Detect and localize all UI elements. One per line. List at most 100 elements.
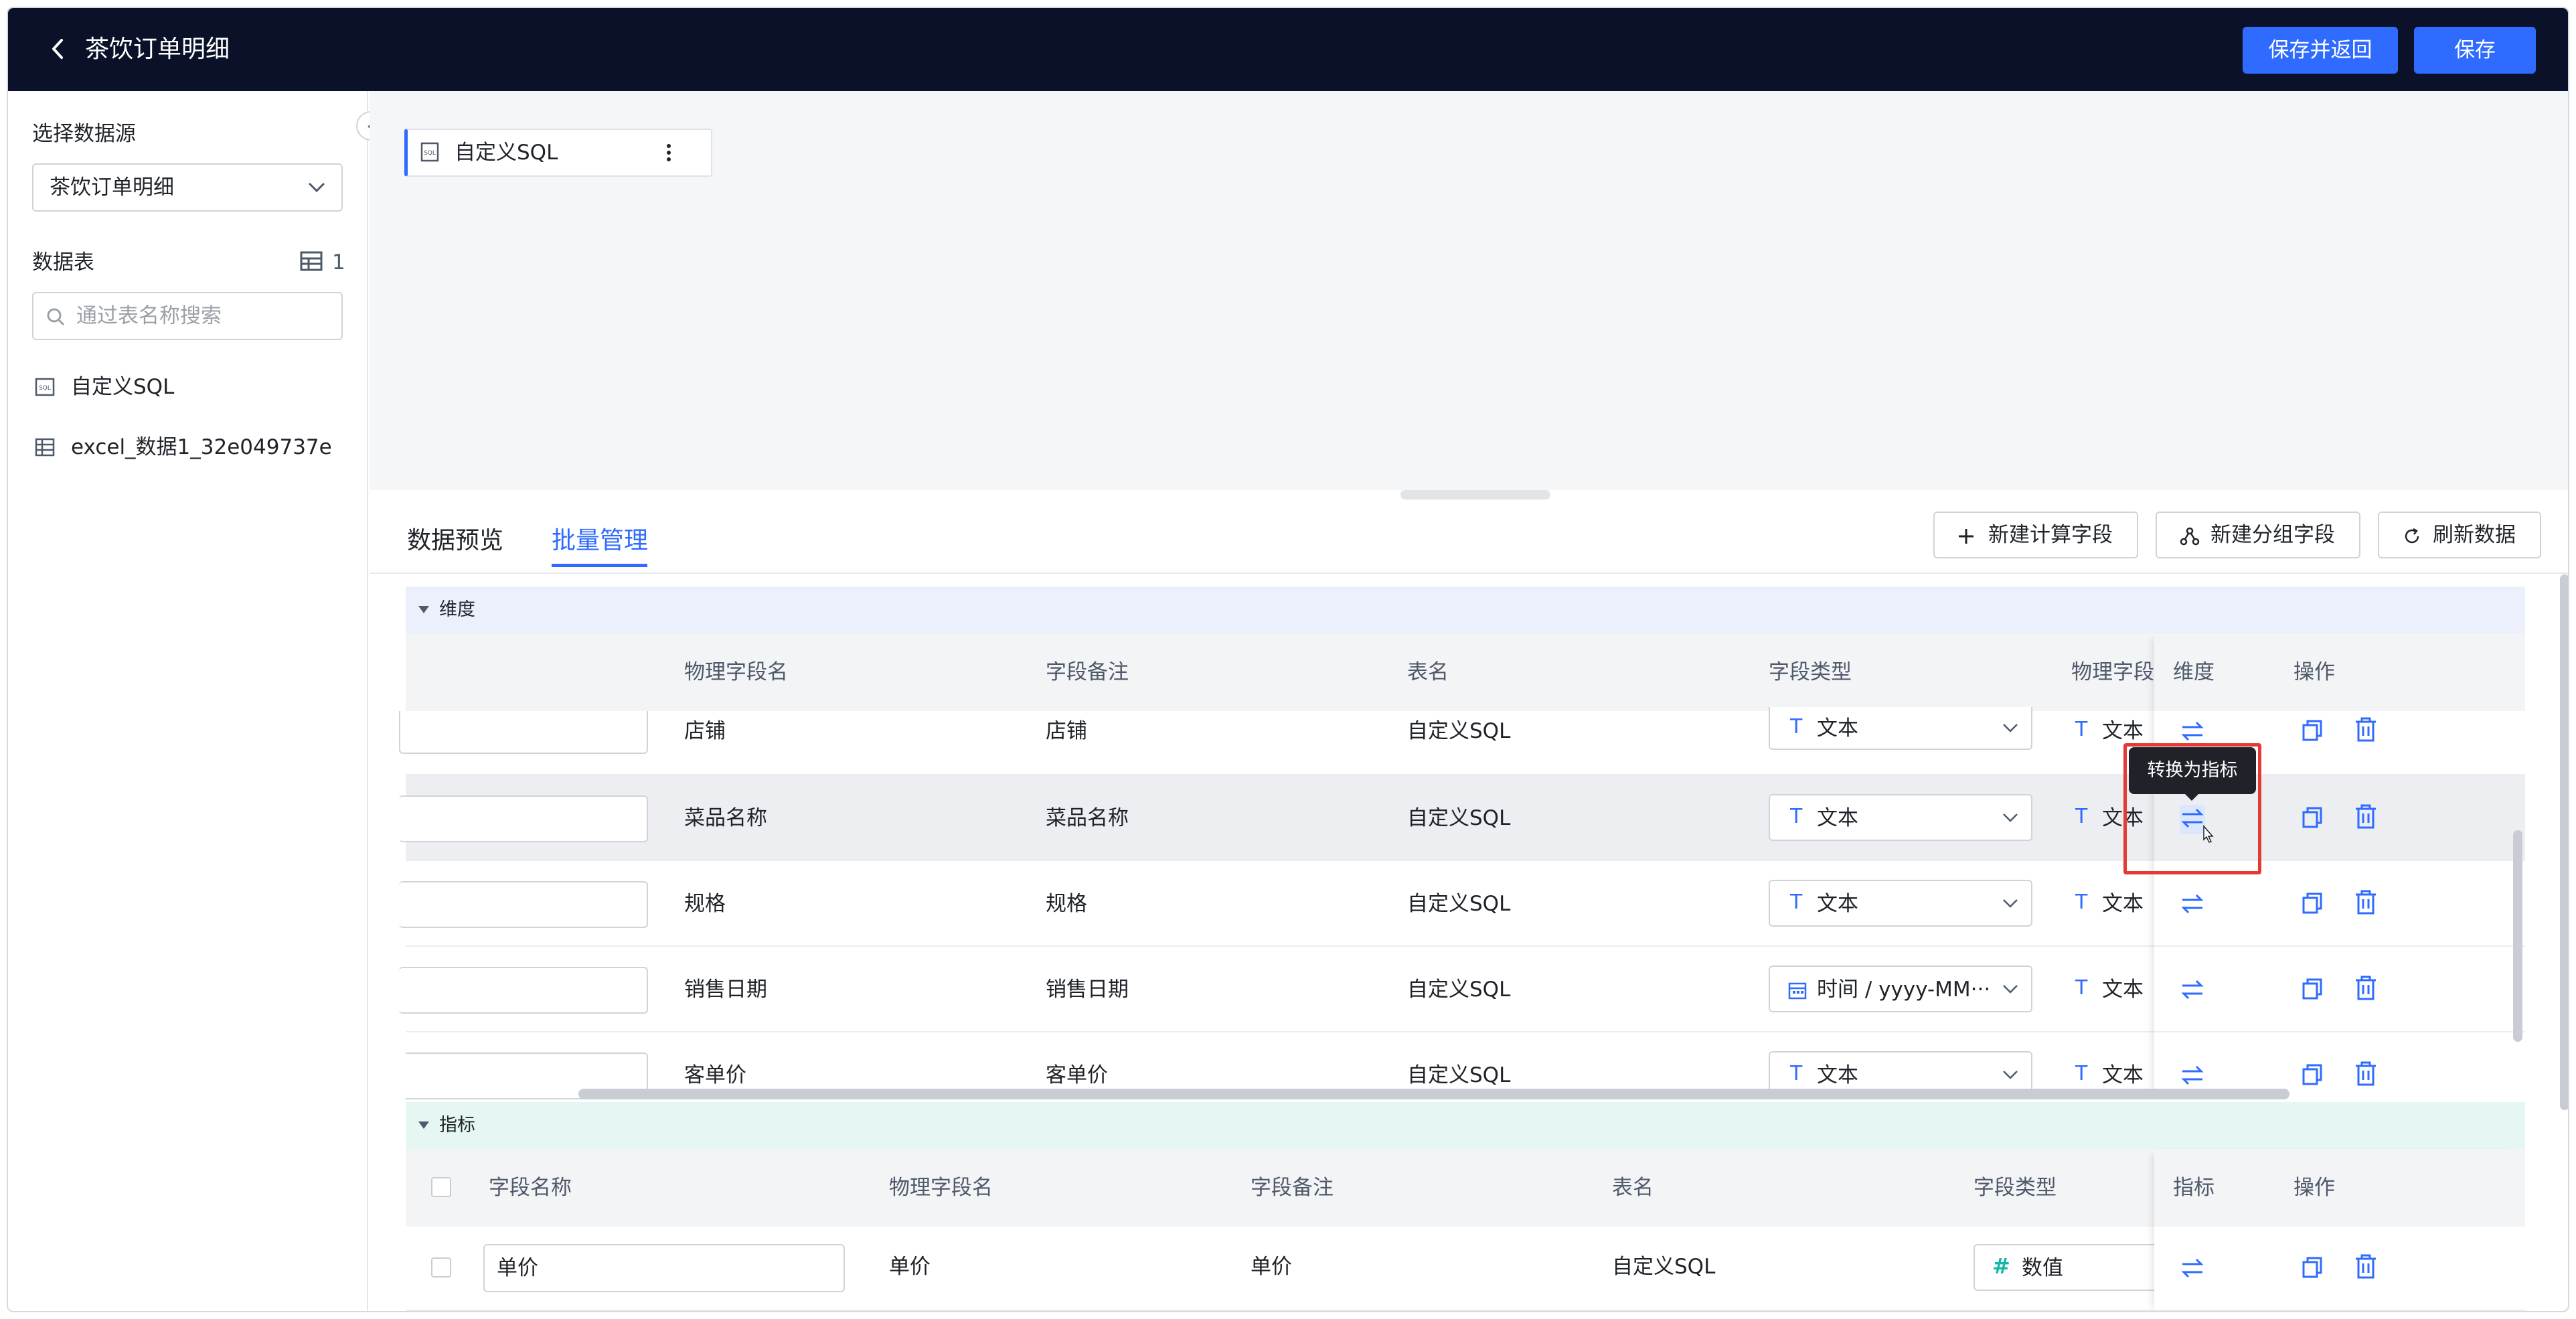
metric-group-bar[interactable]: 指标: [406, 1102, 2525, 1149]
fixed-header: 维度 操作: [2154, 633, 2525, 711]
table-item-excel[interactable]: excel_数据1_32e049737e: [32, 433, 347, 463]
tables-label: 数据表: [32, 250, 94, 275]
new-calc-field-button[interactable]: 新建计算字段: [1933, 512, 2138, 558]
dimension-group-title: 维度: [439, 599, 475, 620]
table-row: 规格 规格 自定义SQL T 文本 T 文本: [399, 861, 2154, 947]
delete-icon[interactable]: [2354, 716, 2378, 746]
column-remark: 字段备注: [1046, 660, 1129, 684]
physical-name: 单价: [889, 1255, 931, 1279]
table-name: 自定义SQL: [1407, 806, 1511, 830]
refresh-icon: [2405, 528, 2419, 544]
table-search-input[interactable]: 通过表名称搜索: [32, 292, 343, 340]
node-label: 自定义SQL: [455, 141, 558, 165]
back-arrow-icon[interactable]: [42, 32, 75, 66]
convert-to-metric-icon[interactable]: [2180, 890, 2205, 920]
copy-icon[interactable]: [2300, 805, 2324, 833]
vertical-scrollbar[interactable]: [2560, 574, 2568, 1110]
chevron-down-icon: [2003, 1071, 2018, 1079]
search-placeholder: 通过表名称搜索: [76, 304, 222, 328]
copy-icon[interactable]: [2300, 1062, 2324, 1090]
column-physical: 物理字段名: [889, 1176, 993, 1200]
sql-file-icon: SQL: [35, 378, 55, 399]
refresh-data-button[interactable]: 刷新数据: [2378, 512, 2541, 558]
delete-icon[interactable]: [2354, 1253, 2378, 1283]
horizontal-scrollbar[interactable]: [578, 1089, 2289, 1099]
select-all-checkbox[interactable]: [431, 1177, 451, 1197]
tab-data-preview[interactable]: 数据预览: [407, 526, 503, 556]
convert-to-dimension-icon[interactable]: [2180, 1255, 2205, 1284]
physical-name: 客单价: [684, 1063, 746, 1087]
chevron-down-icon: [2003, 985, 2018, 994]
delete-icon[interactable]: [2354, 803, 2378, 833]
remark: 店铺: [1046, 719, 1087, 743]
new-group-field-button[interactable]: 新建分组字段: [2156, 512, 2360, 558]
tab-divider: [370, 572, 2568, 574]
table-row: 菜品名称 菜品名称 自定义SQL T 文本 T 文本: [399, 775, 2154, 861]
table-item-sql[interactable]: SQL 自定义SQL: [32, 372, 347, 403]
new-calc-field-label: 新建计算字段: [1988, 523, 2113, 547]
convert-to-metric-icon[interactable]: [2180, 976, 2205, 1006]
table-count-icon: [300, 250, 323, 275]
resize-handle[interactable]: [1400, 490, 1550, 499]
row-checkbox[interactable]: [431, 1257, 451, 1277]
fixed-header: 指标 操作: [2154, 1149, 2525, 1227]
metric-group-title: 指标: [439, 1115, 475, 1136]
copy-icon[interactable]: [2300, 1255, 2324, 1283]
inner-vertical-scrollbar[interactable]: [2513, 830, 2522, 1042]
text-type-icon: T: [1790, 1062, 1803, 1085]
save-button[interactable]: 保存: [2414, 27, 2536, 74]
field-name-input[interactable]: [399, 881, 648, 928]
field-type-value: 时间 / yyyy-MM···: [1817, 978, 1991, 1002]
physical-name: 菜品名称: [684, 806, 767, 830]
field-name-input[interactable]: [399, 711, 648, 754]
field-type-select[interactable]: # 数值: [1974, 1244, 2174, 1291]
remark: 菜品名称: [1046, 806, 1129, 830]
tooltip-arrow: [2184, 793, 2200, 801]
column-physical-type: 物理字段: [2071, 660, 2154, 684]
copy-icon[interactable]: [2300, 976, 2324, 1004]
text-type-icon: T: [2075, 805, 2088, 828]
column-table: 表名: [1612, 1176, 1654, 1200]
delete-icon[interactable]: [2354, 889, 2378, 919]
more-vertical-icon[interactable]: [662, 139, 675, 169]
field-name-input[interactable]: [399, 795, 648, 842]
sql-file-icon: SQL: [420, 142, 440, 165]
copy-icon[interactable]: [2300, 890, 2324, 919]
field-name-input[interactable]: [399, 967, 648, 1014]
page-title: 茶饮订单明细: [85, 35, 230, 63]
sidebar: 选择数据源 茶饮订单明细 数据表 1 通过表名称搜索 SQL 自定义SQL ex…: [8, 91, 368, 1311]
text-type-icon: T: [1790, 890, 1803, 914]
field-type-select[interactable]: T 文本: [1769, 880, 2032, 927]
caret-down-icon: [418, 1121, 429, 1129]
text-type-icon: T: [1790, 715, 1803, 739]
field-type-value: 文本: [1817, 716, 1858, 741]
chevron-down-icon: [307, 179, 327, 198]
table-row: 单价 单价 单价 自定义SQL # 数值: [406, 1227, 2174, 1311]
delete-icon[interactable]: [2354, 975, 2378, 1004]
convert-to-metric-icon[interactable]: [2180, 1062, 2205, 1091]
column-type: 字段类型: [1769, 660, 1852, 684]
refresh-data-label: 刷新数据: [2433, 523, 2516, 547]
text-type-icon: T: [2075, 718, 2088, 741]
field-type-select[interactable]: 时间 / yyyy-MM···: [1769, 965, 2032, 1012]
field-type-select[interactable]: T 文本: [1769, 707, 2032, 750]
text-type-icon: T: [2075, 976, 2088, 1000]
delete-icon[interactable]: [2354, 1061, 2378, 1090]
column-type: 字段类型: [1974, 1176, 2057, 1200]
remark: 规格: [1046, 892, 1087, 916]
copy-icon[interactable]: [2300, 718, 2324, 746]
table-name: excel_数据1_32e049737e: [71, 435, 332, 459]
column-physical: 物理字段名: [684, 660, 788, 684]
column-metric: 指标: [2173, 1176, 2215, 1200]
save-and-return-button[interactable]: 保存并返回: [2243, 27, 2398, 74]
fixed-row: [2154, 947, 2525, 1032]
datasource-select[interactable]: 茶饮订单明细: [32, 163, 343, 212]
field-type-select[interactable]: T 文本: [1769, 794, 2032, 841]
physical-name: 销售日期: [684, 978, 767, 1002]
field-name-input[interactable]: 单价: [483, 1244, 845, 1292]
new-group-field-label: 新建分组字段: [2210, 523, 2335, 547]
table-icon: [35, 438, 55, 459]
tab-batch-manage[interactable]: 批量管理: [552, 526, 648, 556]
sql-node-card[interactable]: SQL 自定义SQL: [404, 129, 712, 177]
dimension-group-bar[interactable]: 维度: [406, 587, 2525, 633]
